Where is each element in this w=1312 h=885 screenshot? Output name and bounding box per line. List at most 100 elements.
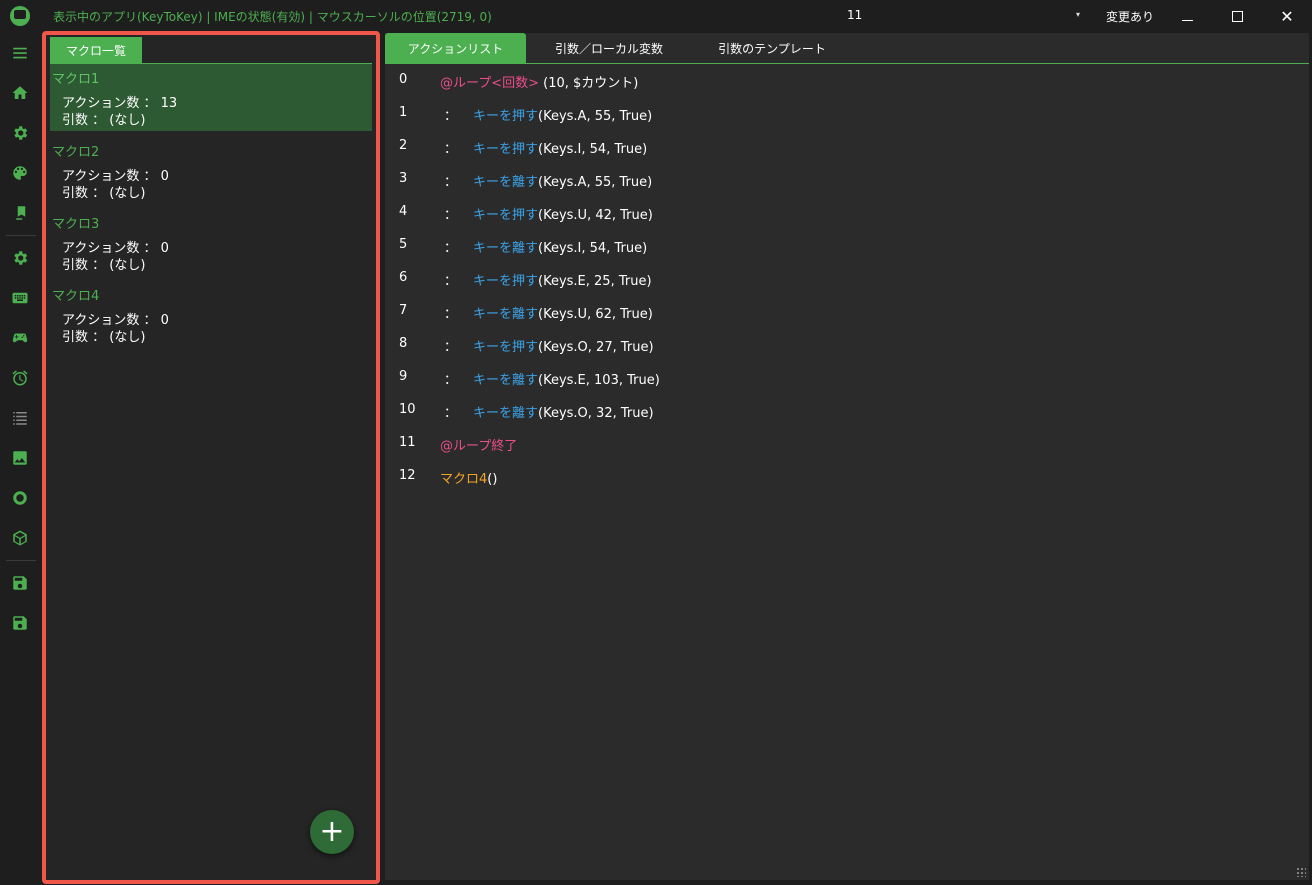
changed-status-label: 変更あり (1106, 10, 1155, 24)
macro-name: マクロ2 (52, 145, 100, 160)
action-row-content: キーを押す(Keys.I, 54, True) (473, 138, 647, 157)
action-row-number: 6 (399, 270, 408, 285)
action-row-number: 10 (399, 402, 416, 417)
save-icon[interactable] (10, 573, 30, 593)
action-command: @ループ終了 (440, 439, 518, 454)
action-row-content: キーを押す(Keys.E, 25, True) (473, 270, 652, 289)
action-row-indent: ： (444, 208, 458, 223)
app-status-text: 表示中のアプリ(KeyToKey) | IMEの状態(有効) | マウスカーソル… (53, 10, 492, 24)
action-row[interactable]: 1 ： キーを押す(Keys.A, 55, True) (385, 97, 1309, 130)
gear-icon[interactable] (10, 123, 30, 143)
action-arguments: (Keys.E, 25, True) (538, 274, 652, 289)
action-row[interactable]: 3 ： キーを離す(Keys.A, 55, True) (385, 163, 1309, 196)
action-row-indent: ： (444, 241, 458, 256)
maximize-button[interactable] (1214, 0, 1260, 33)
action-arguments: (Keys.E, 103, True) (538, 373, 660, 388)
minimize-button[interactable] (1164, 0, 1210, 33)
action-row-content: @ループ終了 (440, 435, 517, 454)
action-row-number: 1 (399, 105, 408, 120)
action-row[interactable]: 11 @ループ終了 (385, 427, 1309, 460)
tab-args-local-vars[interactable]: 引数／ローカル変数 (526, 33, 692, 63)
action-row[interactable]: 6 ： キーを押す(Keys.E, 25, True) (385, 262, 1309, 295)
gamepad-icon[interactable] (10, 328, 30, 348)
action-row[interactable]: 7 ： キーを離す(Keys.U, 62, True) (385, 295, 1309, 328)
action-row-number: 8 (399, 336, 408, 351)
macro-args: 引数 ： (なし) (62, 113, 146, 128)
action-row-content: キーを離す(Keys.E, 103, True) (473, 369, 660, 388)
menu-icon[interactable] (10, 43, 30, 63)
tab-args-template[interactable]: 引数のテンプレート (692, 33, 852, 63)
add-macro-button[interactable]: + (310, 810, 354, 854)
action-command: キーを離す (473, 307, 539, 322)
macro-name: マクロ3 (52, 217, 100, 232)
action-row-indent: ： (444, 406, 458, 421)
action-row-number: 12 (399, 468, 416, 483)
action-row[interactable]: 4 ： キーを押す(Keys.U, 42, True) (385, 196, 1309, 229)
image-icon[interactable] (10, 448, 30, 468)
keyboard-icon[interactable] (10, 288, 30, 308)
macro-list-item[interactable]: マクロ1 アクション数 ： 13 引数 ： (なし) (50, 64, 372, 131)
action-row-number: 7 (399, 303, 408, 318)
action-command: キーを離す (473, 373, 539, 388)
action-command: キーを離す (473, 406, 539, 421)
resize-grip-icon[interactable] (1296, 867, 1306, 877)
action-arguments: (Keys.I, 54, True) (538, 241, 648, 256)
macro-list-item[interactable]: マクロ2 アクション数 ： 0 引数 ： (なし) (50, 137, 372, 204)
action-row-number: 0 (399, 72, 408, 87)
plus-icon: + (319, 814, 345, 849)
action-row-content: キーを押す(Keys.A, 55, True) (473, 105, 652, 124)
close-button[interactable]: ✕ (1264, 0, 1310, 33)
action-row-indent: ： (444, 373, 458, 388)
action-arguments: (Keys.A, 55, True) (538, 109, 653, 124)
alarm-icon[interactable] (10, 368, 30, 388)
tab-action-list[interactable]: アクションリスト (385, 33, 526, 63)
macro-list-item[interactable]: マクロ4 アクション数 ： 0 引数 ： (なし) (50, 281, 372, 348)
tab-macro-list[interactable]: マクロ一覧 (50, 37, 142, 63)
action-row-number: 2 (399, 138, 408, 153)
action-row[interactable]: 10 ： キーを離す(Keys.O, 32, True) (385, 394, 1309, 427)
action-row-content: マクロ4() (440, 468, 497, 487)
macro-list-tab-bar: マクロ一覧 (50, 37, 372, 64)
action-command: @ループ<回数> (440, 76, 540, 91)
chevron-down-icon[interactable]: ▾ (1076, 10, 1080, 19)
action-row[interactable]: 12 マクロ4() (385, 460, 1309, 493)
bookmark-icon[interactable] (10, 203, 30, 223)
action-row[interactable]: 9 ： キーを離す(Keys.E, 103, True) (385, 361, 1309, 394)
action-row-content: キーを離す(Keys.I, 54, True) (473, 237, 647, 256)
macro-args: 引数 ： (なし) (62, 330, 146, 345)
macro-name: マクロ1 (52, 72, 100, 87)
action-arguments: (Keys.O, 27, True) (538, 340, 654, 355)
action-row-content: キーを押す(Keys.O, 27, True) (473, 336, 654, 355)
gear-icon[interactable] (10, 248, 30, 268)
list-icon[interactable] (10, 408, 30, 428)
action-row-number: 9 (399, 369, 408, 384)
action-arguments: (Keys.U, 62, True) (538, 307, 653, 322)
action-row[interactable]: 5 ： キーを離す(Keys.I, 54, True) (385, 229, 1309, 262)
action-command: キーを離す (473, 241, 539, 256)
macro-args: 引数 ： (なし) (62, 258, 146, 273)
home-icon[interactable] (10, 83, 30, 103)
action-row-indent: ： (444, 109, 458, 124)
action-row-number: 5 (399, 237, 408, 252)
action-row[interactable]: 0 @ループ<回数> (10, $カウント) (385, 64, 1309, 97)
action-row-indent: ： (444, 307, 458, 322)
action-arguments: (Keys.A, 55, True) (538, 175, 653, 190)
editor-tab-bar: アクションリスト 引数／ローカル変数 引数のテンプレート (385, 33, 1309, 64)
macro-name: マクロ4 (52, 289, 100, 304)
action-row-content: キーを離す(Keys.A, 55, True) (473, 171, 652, 190)
palette-icon[interactable] (10, 163, 30, 183)
action-row[interactable]: 8 ： キーを押す(Keys.O, 27, True) (385, 328, 1309, 361)
action-row-number: 11 (399, 435, 416, 450)
action-row[interactable]: 2 ： キーを押す(Keys.I, 54, True) (385, 130, 1309, 163)
save-icon[interactable] (10, 613, 30, 633)
cube-icon[interactable] (10, 528, 30, 548)
circle-icon[interactable] (10, 488, 30, 508)
macro-list-item[interactable]: マクロ3 アクション数 ： 0 引数 ： (なし) (50, 209, 372, 276)
action-row-indent: ： (444, 175, 458, 190)
action-arguments: (10, $カウント) (539, 76, 639, 91)
action-arguments: (Keys.I, 54, True) (538, 142, 648, 157)
action-editor-panel: アクションリスト 引数／ローカル変数 引数のテンプレート 0 @ループ<回数> (… (385, 33, 1309, 880)
action-row-content: キーを離す(Keys.O, 32, True) (473, 402, 654, 421)
action-row-number: 3 (399, 171, 408, 186)
action-row-number: 4 (399, 204, 408, 219)
